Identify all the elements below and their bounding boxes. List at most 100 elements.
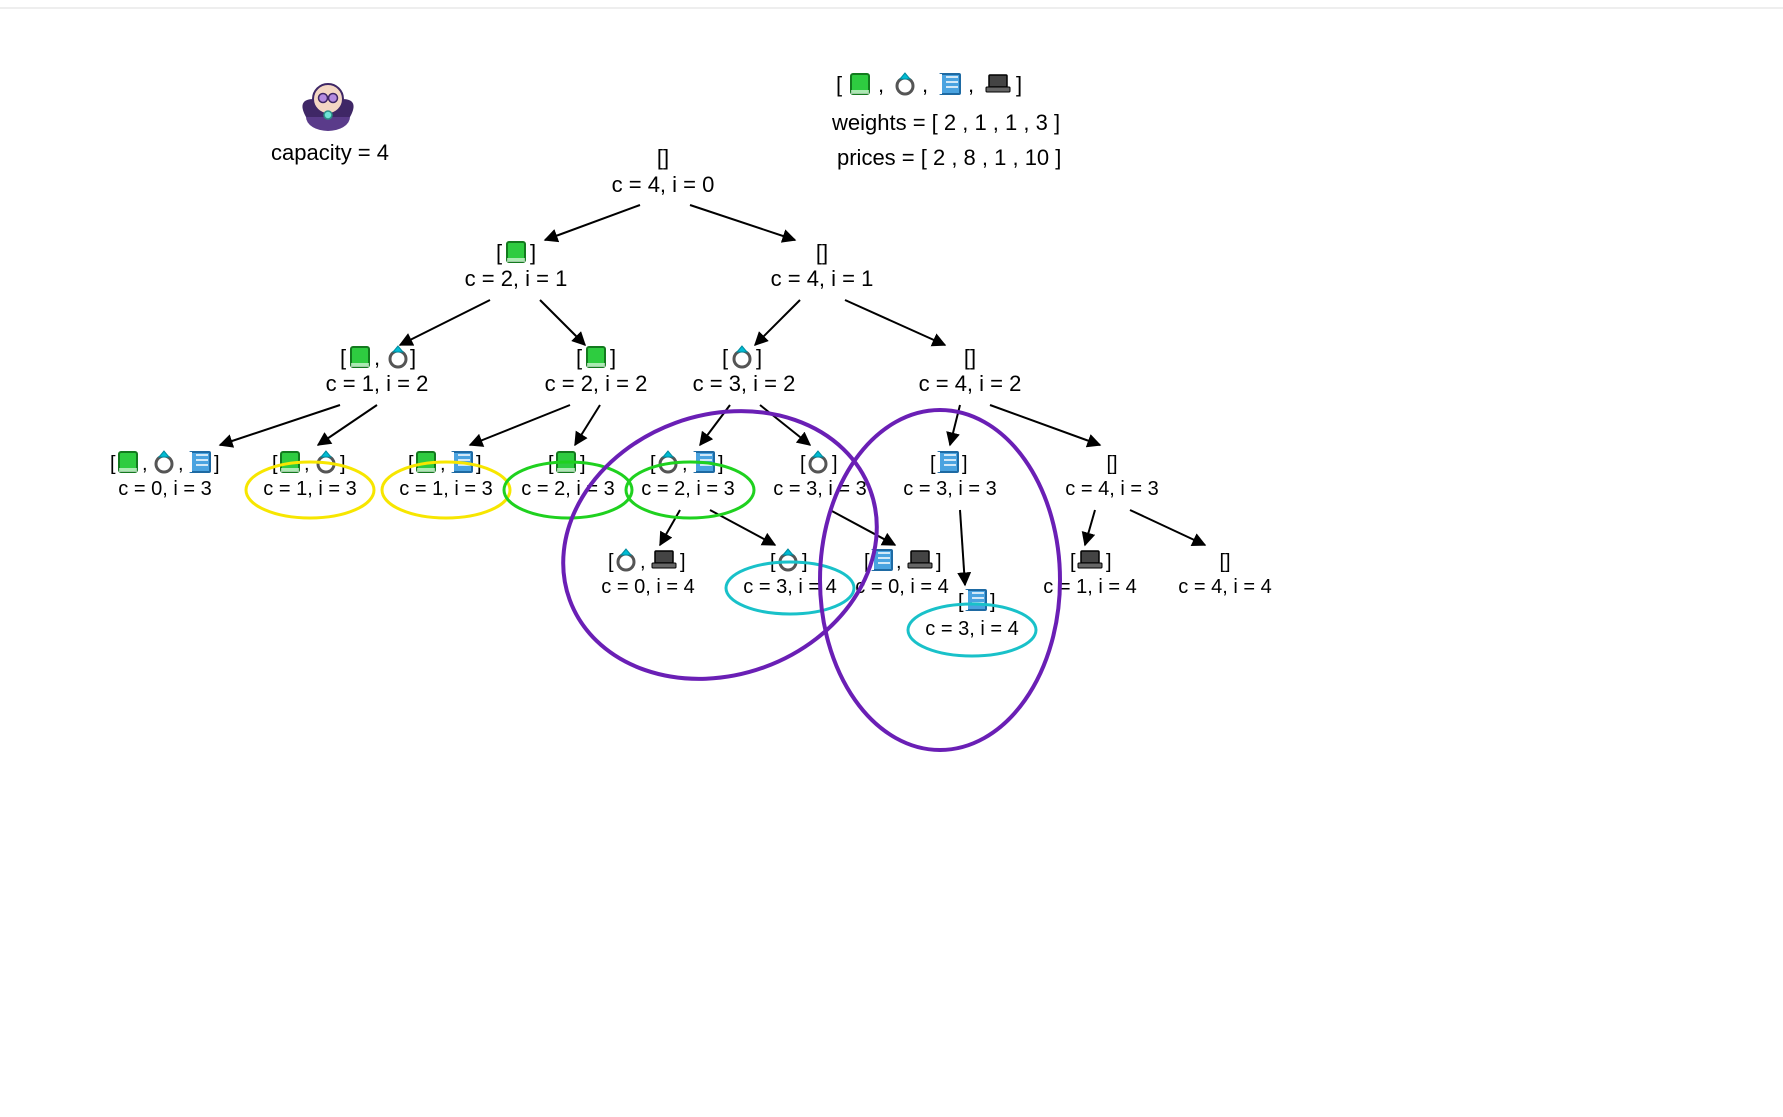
book-icon [851, 74, 869, 94]
weights-label: weights = [ 2 , 1 , 1 , 3 ] [831, 110, 1060, 135]
edge [960, 510, 965, 585]
svg-text:,: , [878, 72, 884, 97]
edge [1130, 510, 1205, 545]
svg-text:,: , [968, 72, 974, 97]
edge [540, 300, 585, 345]
ring-icon [897, 73, 913, 94]
edge [220, 405, 340, 445]
node-RRL: [ ] c = 3, i = 3 [903, 452, 996, 500]
node-RR-state: c = 4, i = 2 [919, 371, 1022, 396]
svg-text:,: , [640, 551, 646, 573]
svg-text:[: [ [340, 345, 346, 370]
svg-text:[: [ [408, 453, 414, 475]
edge [400, 300, 490, 345]
node-LRL: [ , ] c = 1, i = 3 [399, 452, 492, 500]
book-icon [507, 242, 525, 262]
node-LL: [ , ] c = 1, i = 2 [326, 345, 429, 396]
edge [830, 510, 895, 545]
svg-text:[: [ [800, 453, 806, 475]
svg-text:]: ] [936, 551, 942, 573]
node-RLL-R-state: c = 3, i = 4 [743, 576, 836, 598]
svg-text:,: , [178, 453, 184, 475]
svg-text:]: ] [832, 453, 838, 475]
svg-text:]: ] [214, 453, 220, 475]
notebook-icon [190, 452, 210, 472]
node-RRR-state: c = 4, i = 3 [1065, 478, 1158, 500]
svg-text:]: ] [610, 345, 616, 370]
svg-text:,: , [896, 551, 902, 573]
node-RRR-R-state: c = 4, i = 4 [1178, 576, 1271, 598]
svg-text:[: [ [930, 453, 936, 475]
node-LLL: [ , , ] c = 0, i = 3 [110, 451, 220, 500]
capacity-label: capacity = 4 [271, 140, 389, 165]
node-RLL-L-state: c = 0, i = 4 [601, 576, 694, 598]
node-RR: [] c = 4, i = 2 [919, 345, 1022, 396]
node-LLL-state: c = 0, i = 3 [118, 478, 211, 500]
notebook-icon [940, 74, 960, 94]
node-LR: [ ] c = 2, i = 2 [545, 345, 648, 396]
node-LR-state: c = 2, i = 2 [545, 371, 648, 396]
node-LLR: [ , ] c = 1, i = 3 [263, 451, 356, 500]
node-RLL: [ , ] c = 2, i = 3 [641, 451, 734, 500]
edge [1085, 510, 1095, 545]
ring-icon [810, 451, 826, 472]
svg-text:[: [ [110, 453, 116, 475]
ring-icon [780, 549, 796, 570]
svg-text:]: ] [680, 551, 686, 573]
node-LLR-state: c = 1, i = 3 [263, 478, 356, 500]
node-root: [] c = 4, i = 0 [612, 145, 715, 197]
svg-text:]: ] [1106, 551, 1112, 573]
node-RLL-L: [ , ] c = 0, i = 4 [601, 549, 694, 598]
svg-text:[: [ [958, 591, 964, 613]
notebook-icon [938, 452, 958, 472]
svg-text:,: , [304, 453, 310, 475]
book-icon [587, 347, 605, 367]
node-RRR-R-items: [] [1219, 551, 1230, 573]
node-RRR-R: [] c = 4, i = 4 [1178, 551, 1271, 598]
svg-text:]: ] [1016, 72, 1022, 97]
node-root-state: c = 4, i = 0 [612, 172, 715, 197]
svg-text:,: , [142, 453, 148, 475]
ring-icon [734, 346, 750, 367]
node-LRL-state: c = 1, i = 3 [399, 478, 492, 500]
svg-text:,: , [374, 345, 380, 370]
svg-text:,: , [682, 453, 688, 475]
svg-text:[: [ [1070, 551, 1076, 573]
book-icon [119, 452, 137, 472]
node-RRR: [] c = 4, i = 3 [1065, 453, 1158, 500]
node-RRR-items: [] [1106, 453, 1117, 475]
svg-text:[: [ [722, 345, 728, 370]
thief-icon [302, 84, 353, 131]
node-RRR-L-state: c = 1, i = 4 [1043, 576, 1136, 598]
laptop-icon [908, 551, 932, 568]
edge [760, 405, 810, 445]
highlight-purple [525, 368, 915, 722]
svg-text:]: ] [410, 345, 416, 370]
ring-icon [390, 346, 406, 367]
node-LL-state: c = 1, i = 2 [326, 371, 429, 396]
edge [575, 405, 600, 445]
svg-text:]: ] [530, 240, 536, 265]
node-RLL-state: c = 2, i = 3 [641, 478, 734, 500]
node-LRR: [ ] c = 2, i = 3 [521, 452, 614, 500]
edge [755, 300, 800, 345]
svg-text:[: [ [496, 240, 502, 265]
node-RLR-state: c = 3, i = 3 [773, 478, 866, 500]
items-legend: [ , , , ] [836, 72, 1022, 97]
edge [318, 405, 377, 445]
svg-text:[: [ [608, 551, 614, 573]
svg-text:[: [ [272, 453, 278, 475]
svg-text:]: ] [962, 453, 968, 475]
edge [545, 205, 640, 240]
node-RL: [ ] c = 3, i = 2 [693, 345, 796, 396]
node-R: [] c = 4, i = 1 [771, 240, 874, 291]
laptop-icon [1078, 551, 1102, 568]
notebook-icon [966, 590, 986, 610]
laptop-icon [652, 551, 676, 568]
book-icon [351, 347, 369, 367]
svg-text:,: , [440, 453, 446, 475]
edge [845, 300, 945, 345]
node-root-items: [] [657, 145, 669, 170]
node-RR-items: [] [964, 345, 976, 370]
node-RLR-R-state: c = 3, i = 4 [925, 618, 1018, 640]
